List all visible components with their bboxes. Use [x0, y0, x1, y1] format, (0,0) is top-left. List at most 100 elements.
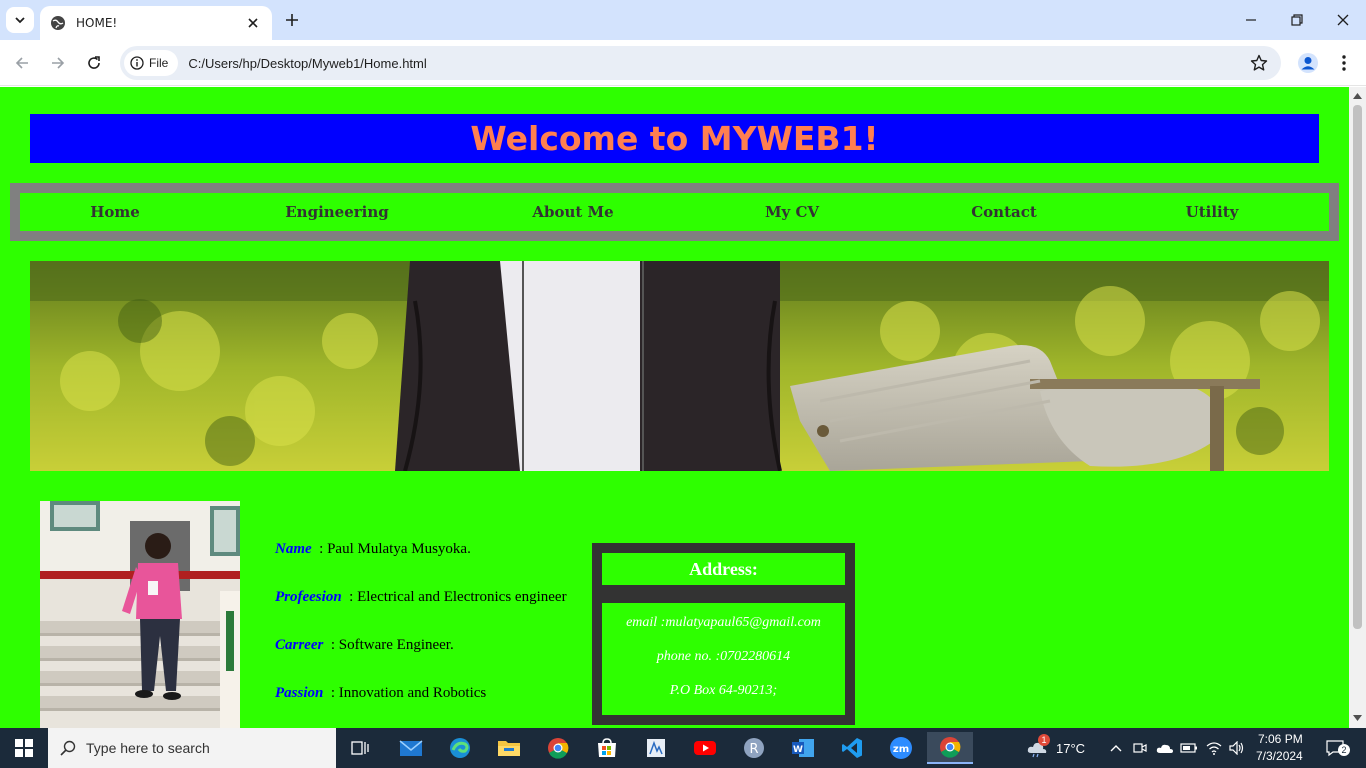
nav-link-contact[interactable]: Contact — [971, 193, 1037, 231]
reload-icon — [88, 56, 100, 69]
forward-button[interactable] — [44, 49, 72, 77]
taskbar-edge[interactable] — [440, 732, 480, 764]
clock-time[interactable]: 7:06 PM — [1258, 732, 1303, 746]
clock-date[interactable]: 7/3/2024 — [1256, 749, 1303, 763]
notification-count-badge: 2 — [1338, 744, 1350, 756]
close-icon — [1337, 14, 1349, 26]
taskbar-vscode[interactable] — [832, 732, 872, 764]
back-button[interactable] — [8, 49, 36, 77]
scroll-up-arrow[interactable] — [1353, 91, 1362, 101]
nav-link-engineering[interactable]: Engineering — [285, 193, 389, 231]
taskbar-mail[interactable] — [391, 732, 431, 764]
nav-link-home[interactable]: Home — [90, 193, 140, 231]
store-icon — [598, 738, 616, 757]
minimize-icon — [1246, 19, 1256, 21]
cloud-icon — [1156, 744, 1173, 753]
tab-title: HOME! — [76, 16, 118, 30]
search-icon — [60, 740, 76, 756]
svg-text:zm: zm — [893, 744, 909, 755]
address-details: email :mulatyapaul65@gmail.com phone no.… — [602, 603, 845, 715]
svg-text:W: W — [793, 745, 803, 755]
portrait-image — [40, 501, 240, 728]
browser-tab-home[interactable]: HOME! — [40, 6, 272, 40]
profile-career-row: Carreer : Software Engineer. — [275, 637, 454, 654]
profile-career-label: Carreer — [275, 637, 324, 653]
profile-profession-row: Profeesion : Electrical and Electronics … — [275, 589, 567, 606]
browser-menu-button[interactable] — [1330, 49, 1358, 77]
profile-career-value: : Software Engineer. — [330, 637, 454, 653]
page-viewport: Welcome to MYWEB1! Home Engineering Abou… — [0, 87, 1349, 728]
tray-onedrive[interactable] — [1154, 732, 1176, 764]
nav-link-utility[interactable]: Utility — [1186, 193, 1239, 231]
show-hidden-icons-button[interactable] — [1106, 732, 1126, 764]
chevron-up-icon — [1110, 745, 1122, 752]
plus-icon — [286, 14, 298, 26]
tab-close-button[interactable] — [244, 14, 262, 32]
tray-meet-now[interactable] — [1130, 732, 1150, 764]
profile-profession-label: Profeesion — [275, 589, 342, 605]
caret-down-icon — [1353, 715, 1362, 721]
profile-name-value: : Paul Mulatya Musyoka. — [319, 541, 471, 557]
browser-toolbar: File C:/Users/hp/Desktop/Myweb1/Home.htm… — [0, 40, 1366, 86]
windows-taskbar: Type here to search R W zm 1 17°C 7:06 P… — [0, 728, 1366, 768]
profile-button[interactable] — [1294, 49, 1322, 77]
reload-button[interactable] — [80, 49, 108, 77]
address-phone: phone no. :0702280614 — [656, 649, 791, 664]
tab-strip: HOME! — [0, 0, 1366, 40]
chrome-icon — [548, 738, 569, 759]
chevron-down-icon — [15, 17, 25, 24]
address-email: email :mulatyapaul65@gmail.com — [626, 615, 821, 630]
profile-name-row: Name : Paul Mulatya Musyoka. — [275, 541, 471, 558]
taskbar-file-explorer[interactable] — [489, 732, 529, 764]
hero-image — [30, 261, 1329, 471]
bookmark-button[interactable] — [1249, 53, 1269, 73]
profile-passion-label: Passion — [275, 685, 324, 701]
minimize-button[interactable] — [1228, 0, 1274, 40]
site-chip-label: File — [149, 56, 169, 70]
address-bar[interactable]: File C:/Users/hp/Desktop/Myweb1/Home.htm… — [120, 46, 1281, 80]
start-button[interactable] — [0, 728, 48, 768]
address-heading: Address: — [602, 553, 845, 585]
close-window-button[interactable] — [1320, 0, 1366, 40]
info-icon — [130, 56, 144, 70]
page-scrollbar[interactable] — [1349, 87, 1366, 728]
profile-photo — [40, 501, 240, 728]
taskbar-chrome[interactable] — [538, 732, 578, 764]
main-navigation: Home Engineering About Me My CV Contact … — [10, 183, 1339, 241]
svg-text:R: R — [749, 742, 758, 757]
task-view-button[interactable] — [340, 732, 380, 764]
taskbar-youtube[interactable] — [685, 732, 725, 764]
site-info-chip[interactable]: File — [124, 50, 179, 76]
taskbar-microsoft-store[interactable] — [587, 732, 627, 764]
taskbar-app[interactable] — [636, 732, 676, 764]
more-vertical-icon — [1342, 55, 1346, 71]
youtube-icon — [694, 741, 716, 755]
url-text[interactable]: C:/Users/hp/Desktop/Myweb1/Home.html — [188, 56, 1249, 71]
profile-name-label: Name — [275, 541, 312, 557]
new-tab-button[interactable] — [280, 8, 304, 32]
address-po-box: P.O Box 64-90213; — [669, 683, 778, 698]
scrollbar-thumb[interactable] — [1353, 105, 1362, 629]
profile-passion-value: : Innovation and Robotics — [330, 685, 487, 701]
weather-temperature[interactable]: 17°C — [1056, 741, 1085, 756]
taskbar-r[interactable]: R — [734, 732, 774, 764]
nav-link-my-cv[interactable]: My CV — [765, 193, 819, 231]
taskbar-zoom[interactable]: zm — [881, 732, 921, 764]
tray-volume[interactable] — [1226, 732, 1248, 764]
taskbar-word[interactable]: W — [783, 732, 823, 764]
nav-link-about-me[interactable]: About Me — [532, 193, 613, 231]
taskbar-chrome-active[interactable] — [927, 732, 973, 764]
profile-profession-value: : Electrical and Electronics engineer — [349, 589, 567, 605]
scroll-down-arrow[interactable] — [1353, 713, 1362, 723]
tab-search-button[interactable] — [6, 7, 34, 33]
tray-battery[interactable] — [1178, 732, 1200, 764]
star-icon — [1250, 54, 1268, 71]
tray-wifi[interactable] — [1203, 732, 1225, 764]
edge-icon — [450, 738, 470, 758]
arrow-right-icon — [52, 57, 65, 69]
taskbar-search-box[interactable]: Type here to search — [48, 728, 336, 768]
task-view-icon — [351, 741, 369, 755]
restore-button[interactable] — [1274, 0, 1320, 40]
hero-photo — [30, 261, 1329, 471]
speaker-icon — [1229, 741, 1244, 755]
